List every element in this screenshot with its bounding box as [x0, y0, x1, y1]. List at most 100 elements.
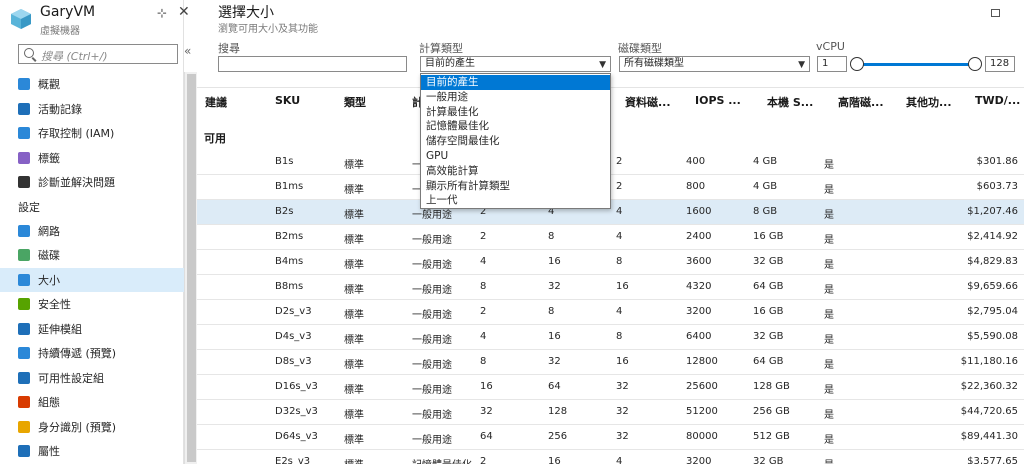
close-icon[interactable]: ✕: [178, 4, 190, 20]
cell-cost: $89,441.30: [960, 431, 1018, 442]
cell-iops: 51200: [686, 406, 718, 417]
sidebar-item-wrench[interactable]: 診斷並解決問題: [0, 170, 184, 195]
disk-type-label: 磁碟類型: [618, 42, 662, 55]
vcpu-range-slider[interactable]: [860, 63, 975, 66]
sku-search-input[interactable]: [218, 56, 407, 72]
cell-local-storage: 16 GB: [753, 231, 784, 242]
sidebar-item-activity-log[interactable]: 活動記錄: [0, 97, 184, 122]
cell-premium-disk: 是: [824, 360, 834, 371]
sidebar-item-continuous-delivery[interactable]: 持續傳遞 (預覽): [0, 341, 184, 366]
cell-iops: 6400: [686, 331, 712, 342]
table-row[interactable]: D16s_v3 標準 一般用途 16 64 32 25600 128 GB 是 $22,360.3…: [197, 375, 1024, 400]
col-local-storage[interactable]: 本機 S...: [767, 94, 813, 110]
menu-scrollbar[interactable]: [184, 72, 197, 464]
sidebar-item-disk[interactable]: 磁碟: [0, 243, 184, 268]
pin-icon[interactable]: ⊹: [157, 6, 167, 20]
cell-sku: D32s_v3: [275, 406, 318, 417]
table-row[interactable]: D4s_v3 標準 一般用途 4 16 8 6400 32 GB 是 $5,590.08: [197, 325, 1024, 350]
cell-iops: 400: [686, 156, 706, 167]
collapse-menu-icon[interactable]: «: [184, 44, 191, 58]
cell-local-storage: 32 GB: [753, 331, 784, 342]
sidebar-item-availability-set[interactable]: 可用性設定組: [0, 366, 184, 391]
cell-local-storage: 128 GB: [753, 381, 790, 392]
col-data-disks[interactable]: 資料磁...: [625, 94, 671, 110]
cell-cost: $44,720.65: [960, 406, 1018, 417]
size-blade: 選擇大小 瀏覽可用大小及其功能 搜尋 計算類型 目前的產生 ▼ 磁碟類型 所有磁…: [197, 0, 1024, 464]
dropdown-option[interactable]: 計算最佳化: [421, 105, 610, 120]
sidebar-item-label: 磁碟: [38, 249, 60, 263]
sidebar-item-properties[interactable]: 屬性: [0, 439, 184, 464]
sidebar-item-size[interactable]: 大小: [0, 267, 184, 292]
vcpu-max-input[interactable]: 128: [985, 56, 1015, 72]
cell-local-storage: 4 GB: [753, 181, 778, 192]
dropdown-option[interactable]: 顯示所有計算類型: [421, 179, 610, 194]
sidebar-item-tag[interactable]: 標籤: [0, 146, 184, 171]
compute-type-dropdown-list: 目前的產生 一般用途 計算最佳化 記憶體最佳化 儲存空間最佳化 GPU 高效能計算 顯示所有計…: [420, 73, 611, 209]
cell-ram: 8: [548, 306, 555, 317]
cell-compute-type: 一般用途: [412, 435, 452, 446]
cell-premium-disk: 是: [824, 260, 834, 271]
shield-icon: [18, 298, 30, 311]
cell-compute-type: 一般用途: [412, 360, 452, 371]
table-row[interactable]: E2s_v3 標準 記憶體最佳化 2 16 4 3200 32 GB 是 $3,577.65: [197, 450, 1024, 464]
resource-type: 虛擬機器: [40, 26, 80, 37]
compute-type-select[interactable]: 目前的產生 ▼: [420, 56, 611, 72]
table-row[interactable]: B2ms 標準 一般用途 2 8 4 2400 16 GB 是 $2,414.92: [197, 225, 1024, 250]
sidebar-item-label: 可用性設定組: [38, 371, 104, 385]
sidebar-item-extensions[interactable]: 延伸模組: [0, 317, 184, 342]
table-row[interactable]: D64s_v3 標準 一般用途 64 256 32 80000 512 GB 是 $89,441.…: [197, 425, 1024, 450]
col-other-features[interactable]: 其他功...: [906, 94, 952, 110]
cell-local-storage: 256 GB: [753, 406, 790, 417]
group-header-available: 可用: [204, 132, 226, 145]
dropdown-option[interactable]: 一般用途: [421, 90, 610, 105]
cell-sku: B4ms: [275, 256, 304, 267]
sidebar-item-label: 延伸模組: [38, 322, 82, 336]
cell-premium-disk: 是: [824, 335, 834, 346]
maximize-icon[interactable]: [991, 9, 1000, 17]
page-subtitle: 瀏覽可用大小及其功能: [218, 24, 318, 35]
table-row[interactable]: D2s_v3 標準 一般用途 2 8 4 3200 16 GB 是 $2,795.04: [197, 300, 1024, 325]
col-iops[interactable]: IOPS ...: [695, 94, 741, 107]
table-row[interactable]: D32s_v3 標準 一般用途 32 128 32 51200 256 GB 是 $44,720.…: [197, 400, 1024, 425]
table-row[interactable]: B8ms 標準 一般用途 8 32 16 4320 64 GB 是 $9,659.66: [197, 275, 1024, 300]
resource-menu-blade: GaryVM 虛擬機器 ⊹ ✕ 搜尋 (Ctrl+/) 概觀 活動記錄 存取控制 (…: [0, 0, 190, 464]
sidebar-item-network[interactable]: 網路: [0, 219, 184, 244]
cell-local-storage: 512 GB: [753, 431, 790, 442]
cell-ram: 32: [548, 356, 561, 367]
dropdown-option[interactable]: 上一代: [421, 193, 610, 208]
sidebar-item-configuration[interactable]: 組態: [0, 390, 184, 415]
dropdown-option[interactable]: GPU: [421, 149, 610, 164]
dropdown-option[interactable]: 記憶體最佳化: [421, 119, 610, 134]
vcpu-min-input[interactable]: 1: [817, 56, 847, 72]
col-recommend[interactable]: 建議: [205, 94, 227, 110]
col-premium-disk[interactable]: 高階磁...: [838, 94, 884, 110]
menu-scrollbar-thumb[interactable]: [187, 74, 196, 462]
vcpu-min-handle[interactable]: [850, 57, 864, 71]
disk-type-select[interactable]: 所有磁碟類型 ▼: [619, 56, 810, 72]
table-row[interactable]: B4ms 標準 一般用途 4 16 8 3600 32 GB 是 $4,829.83: [197, 250, 1024, 275]
dropdown-option[interactable]: 高效能計算: [421, 164, 610, 179]
col-type[interactable]: 類型: [344, 94, 366, 110]
cell-premium-disk: 是: [824, 385, 834, 396]
sidebar-item-overview[interactable]: 概觀: [0, 72, 184, 97]
sidebar-item-iam[interactable]: 存取控制 (IAM): [0, 121, 184, 146]
sidebar-item-identity[interactable]: 身分識別 (預覽): [0, 415, 184, 440]
vcpu-label: vCPU: [816, 40, 845, 53]
menu-search-input[interactable]: 搜尋 (Ctrl+/): [18, 44, 178, 64]
table-row[interactable]: D8s_v3 標準 一般用途 8 32 16 12800 64 GB 是 $11,180.16: [197, 350, 1024, 375]
col-cost[interactable]: TWD/...: [975, 94, 1020, 107]
dropdown-option[interactable]: 儲存空間最佳化: [421, 134, 610, 149]
cell-type: 標準: [344, 260, 364, 271]
iam-icon: [18, 127, 30, 140]
cell-local-storage: 16 GB: [753, 306, 784, 317]
vcpu-max-handle[interactable]: [968, 57, 982, 71]
sidebar-item-shield[interactable]: 安全性: [0, 292, 184, 317]
cell-cost: $2,795.04: [967, 306, 1018, 317]
dropdown-option[interactable]: 目前的產生: [421, 75, 610, 90]
cell-data-disks: 4: [616, 206, 623, 217]
cell-data-disks: 16: [616, 281, 629, 292]
sidebar-item-label: 標籤: [38, 151, 60, 165]
cell-vcpu: 16: [480, 381, 493, 392]
cell-ram: 16: [548, 456, 561, 464]
col-sku[interactable]: SKU: [275, 94, 300, 107]
